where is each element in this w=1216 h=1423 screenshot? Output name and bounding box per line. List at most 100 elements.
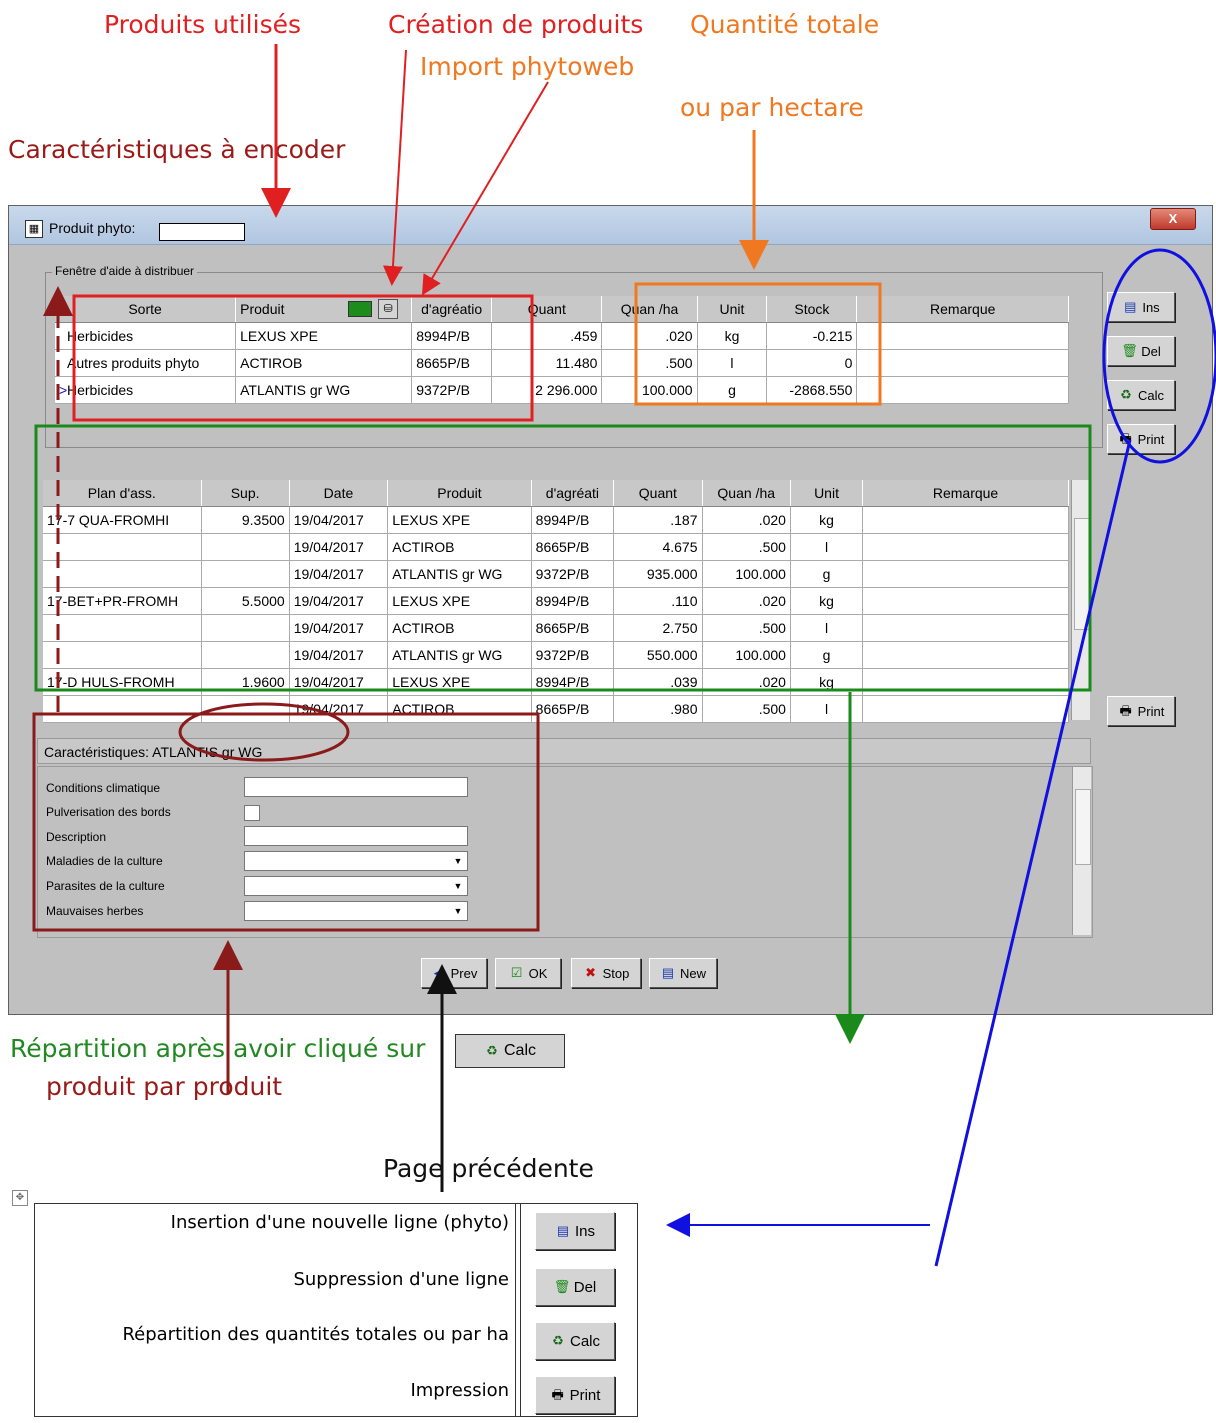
cell-unit[interactable]: g bbox=[790, 560, 864, 588]
cell-agreation[interactable]: 8994P/B bbox=[411, 322, 493, 350]
ok-button[interactable]: ☑ OK bbox=[495, 958, 561, 988]
cell-quan-ha[interactable]: 100.000 bbox=[702, 560, 791, 588]
cell-agreation[interactable]: 8665P/B bbox=[531, 533, 615, 561]
cell-sorte[interactable]: Herbicides bbox=[55, 322, 237, 350]
cell-agreation[interactable]: 9372P/B bbox=[531, 560, 615, 588]
cell-quan-ha[interactable]: .020 bbox=[601, 322, 698, 350]
table-row[interactable]: 19/04/2017 ATLANTIS gr WG 9372P/B 935.00… bbox=[43, 560, 1069, 588]
header-agreation[interactable]: d'agréatio bbox=[411, 296, 493, 323]
cell-sup[interactable] bbox=[201, 614, 290, 642]
cell-produit[interactable]: LEXUS XPE bbox=[387, 587, 532, 615]
import-phytoweb-icon[interactable]: ⛁ bbox=[378, 299, 399, 319]
cell-agreation[interactable]: 8665P/B bbox=[531, 695, 615, 723]
cell-quan-ha[interactable]: .500 bbox=[702, 695, 791, 723]
cell-unit[interactable]: l bbox=[790, 614, 864, 642]
cell-plan[interactable] bbox=[43, 641, 202, 669]
cell-unit[interactable]: l bbox=[790, 533, 864, 561]
print-button[interactable]: 🖶 Print bbox=[1107, 424, 1175, 454]
cell-quan-ha[interactable]: 100.000 bbox=[702, 641, 791, 669]
header-agreation[interactable]: d'agréati bbox=[531, 480, 615, 507]
cell-quan-ha[interactable]: .020 bbox=[702, 668, 791, 696]
table-row[interactable]: Herbicides LEXUS XPE 8994P/B .459 .020 k… bbox=[55, 322, 1069, 350]
cell-agreation[interactable]: 8665P/B bbox=[411, 349, 493, 377]
table-row[interactable]: 17-D HULS-FROMH 1.9600 19/04/2017 LEXUS … bbox=[43, 668, 1069, 696]
table-row[interactable]: 17-BET+PR-FROMH 5.5000 19/04/2017 LEXUS … bbox=[43, 587, 1069, 615]
cell-sup[interactable] bbox=[201, 560, 290, 588]
cell-date[interactable]: 19/04/2017 bbox=[289, 695, 389, 723]
cell-produit[interactable]: ATLANTIS gr WG bbox=[387, 560, 532, 588]
print-button-2[interactable]: 🖶 Print bbox=[1107, 696, 1175, 726]
cell-quant[interactable]: .039 bbox=[613, 668, 703, 696]
close-button[interactable]: X bbox=[1150, 208, 1196, 230]
header-date[interactable]: Date bbox=[289, 480, 389, 507]
table-row[interactable]: 19/04/2017 ACTIROB 8665P/B 2.750 .500 l bbox=[43, 614, 1069, 642]
scroll-thumb[interactable] bbox=[1075, 789, 1091, 865]
cell-remarque[interactable] bbox=[862, 695, 1069, 723]
calc-button[interactable]: ♻ Calc bbox=[1107, 380, 1175, 410]
header-sup[interactable]: Sup. bbox=[201, 480, 290, 507]
cell-quant[interactable]: 4.675 bbox=[613, 533, 703, 561]
cell-agreation[interactable]: 9372P/B bbox=[531, 641, 615, 669]
cell-produit[interactable]: LEXUS XPE bbox=[387, 506, 532, 534]
cell-quan-ha[interactable]: .500 bbox=[702, 614, 791, 642]
cell-date[interactable]: 19/04/2017 bbox=[289, 587, 389, 615]
characteristics-scrollbar[interactable] bbox=[1072, 767, 1091, 935]
cell-agreation[interactable]: 9372P/B bbox=[411, 376, 493, 404]
header-quant[interactable]: Quant bbox=[613, 480, 703, 507]
header-plan[interactable]: Plan d'ass. bbox=[43, 480, 202, 507]
cell-quan-ha[interactable]: .020 bbox=[702, 506, 791, 534]
header-produit[interactable]: Produit ⛁ bbox=[235, 296, 413, 323]
cell-agreation[interactable]: 8994P/B bbox=[531, 587, 615, 615]
cell-agreation[interactable]: 8994P/B bbox=[531, 668, 615, 696]
cell-sup[interactable] bbox=[201, 695, 290, 723]
cell-remarque[interactable] bbox=[862, 641, 1069, 669]
cell-plan[interactable] bbox=[43, 695, 202, 723]
header-remarque[interactable]: Remarque bbox=[862, 480, 1069, 507]
header-quan-ha[interactable]: Quan /ha bbox=[601, 296, 698, 323]
table-row[interactable]: 19/04/2017 ATLANTIS gr WG 9372P/B 550.00… bbox=[43, 641, 1069, 669]
header-produit[interactable]: Produit bbox=[387, 480, 532, 507]
cell-quant[interactable]: 2 296.000 bbox=[491, 376, 603, 404]
cell-plan[interactable] bbox=[43, 614, 202, 642]
cell-quan-ha[interactable]: 100.000 bbox=[601, 376, 698, 404]
table-row[interactable]: >Herbicides ATLANTIS gr WG 9372P/B 2 296… bbox=[55, 376, 1069, 404]
stop-button[interactable]: ✖ Stop bbox=[571, 958, 641, 988]
cell-sup[interactable]: 9.3500 bbox=[201, 506, 290, 534]
cell-remarque[interactable] bbox=[862, 560, 1069, 588]
ins-button[interactable]: ▤ Ins bbox=[1107, 292, 1175, 322]
cell-remarque[interactable] bbox=[862, 614, 1069, 642]
cell-quan-ha[interactable]: .020 bbox=[702, 587, 791, 615]
cell-date[interactable]: 19/04/2017 bbox=[289, 533, 389, 561]
header-unit[interactable]: Unit bbox=[697, 296, 768, 323]
cell-remarque[interactable] bbox=[862, 587, 1069, 615]
cell-sorte[interactable]: >Herbicides bbox=[55, 376, 237, 404]
mauvaises-select[interactable]: ▼ bbox=[244, 901, 468, 921]
prev-button[interactable]: ◀ Prev bbox=[421, 958, 487, 988]
parasites-select[interactable]: ▼ bbox=[244, 876, 468, 896]
cell-quant[interactable]: 935.000 bbox=[613, 560, 703, 588]
header-quan-ha[interactable]: Quan /ha bbox=[702, 480, 791, 507]
cell-unit[interactable]: kg bbox=[697, 322, 768, 350]
cell-produit[interactable]: ACTIROB bbox=[235, 349, 413, 377]
create-product-icon[interactable] bbox=[348, 301, 373, 317]
cell-quant[interactable]: .187 bbox=[613, 506, 703, 534]
header-quant[interactable]: Quant bbox=[491, 296, 603, 323]
header-stock[interactable]: Stock bbox=[766, 296, 858, 323]
header-unit[interactable]: Unit bbox=[790, 480, 864, 507]
table-row[interactable]: 19/04/2017 ACTIROB 8665P/B .980 .500 l bbox=[43, 695, 1069, 723]
cell-plan[interactable]: 17-7 QUA-FROMHI bbox=[43, 506, 202, 534]
cell-quant[interactable]: .110 bbox=[613, 587, 703, 615]
cell-plan[interactable] bbox=[43, 560, 202, 588]
cell-remarque[interactable] bbox=[856, 349, 1069, 377]
new-button[interactable]: ▤ New bbox=[649, 958, 717, 988]
cell-unit[interactable]: g bbox=[790, 641, 864, 669]
cell-date[interactable]: 19/04/2017 bbox=[289, 668, 389, 696]
cell-unit[interactable]: kg bbox=[790, 587, 864, 615]
cell-stock[interactable]: 0 bbox=[766, 349, 858, 377]
cell-produit[interactable]: ATLANTIS gr WG bbox=[235, 376, 413, 404]
cell-stock[interactable]: -0.215 bbox=[766, 322, 858, 350]
cell-plan[interactable]: 17-D HULS-FROMH bbox=[43, 668, 202, 696]
cell-produit[interactable]: ACTIROB bbox=[387, 695, 532, 723]
cell-quan-ha[interactable]: .500 bbox=[702, 533, 791, 561]
cell-quant[interactable]: 11.480 bbox=[491, 349, 603, 377]
